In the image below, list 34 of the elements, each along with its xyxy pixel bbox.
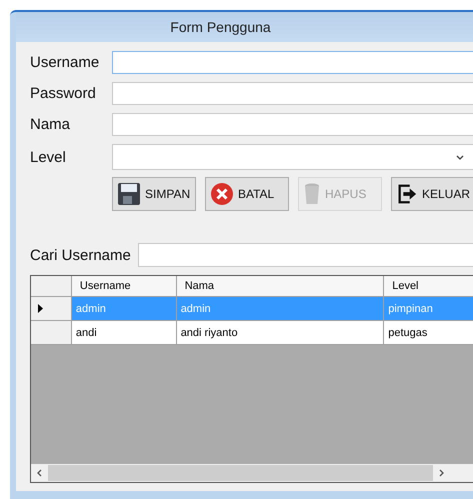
field-label: Level — [30, 148, 67, 166]
row-pointer-icon — [38, 304, 43, 313]
scroll-left-icon[interactable] — [37, 469, 42, 477]
column-header[interactable]: Level — [384, 276, 473, 296]
exit-icon — [396, 182, 418, 206]
chevron-icon — [456, 154, 464, 160]
table-cell: admin — [176, 297, 384, 320]
input-field[interactable] — [112, 113, 473, 136]
cancel-icon — [210, 182, 234, 206]
search-label: Cari Username — [30, 246, 132, 264]
column-header[interactable]: Nama — [176, 276, 384, 296]
table-cell: andi riyanto — [176, 321, 384, 344]
input-field[interactable] — [112, 51, 473, 74]
level-dropdown[interactable] — [112, 144, 473, 170]
window-title: Form Pengguna — [170, 19, 271, 35]
table-cell: pimpinan — [384, 297, 473, 320]
action-button[interactable]: BATAL — [205, 177, 289, 211]
field-label: Password — [30, 85, 97, 102]
table-cell: andi — [72, 321, 177, 344]
column-header[interactable]: Username — [72, 276, 177, 296]
action-button[interactable]: SIMPAN — [112, 177, 196, 211]
search-field[interactable] — [138, 243, 473, 267]
action-button[interactable]: KELUAR — [391, 177, 473, 211]
row-header-cell[interactable] — [31, 297, 72, 320]
table-row[interactable]: andi andi riyanto petugas — [31, 321, 473, 345]
trash-can-icon — [303, 182, 321, 206]
row-header-cell[interactable] — [31, 321, 72, 344]
table-cell: admin — [72, 297, 177, 320]
table-cell: petugas — [384, 321, 473, 344]
input-field[interactable] — [112, 82, 473, 105]
scrollbar-thumb[interactable] — [48, 465, 433, 481]
field-label: Username — [30, 54, 100, 71]
scroll-right-icon[interactable] — [439, 469, 444, 477]
field-label: Nama — [30, 116, 72, 133]
